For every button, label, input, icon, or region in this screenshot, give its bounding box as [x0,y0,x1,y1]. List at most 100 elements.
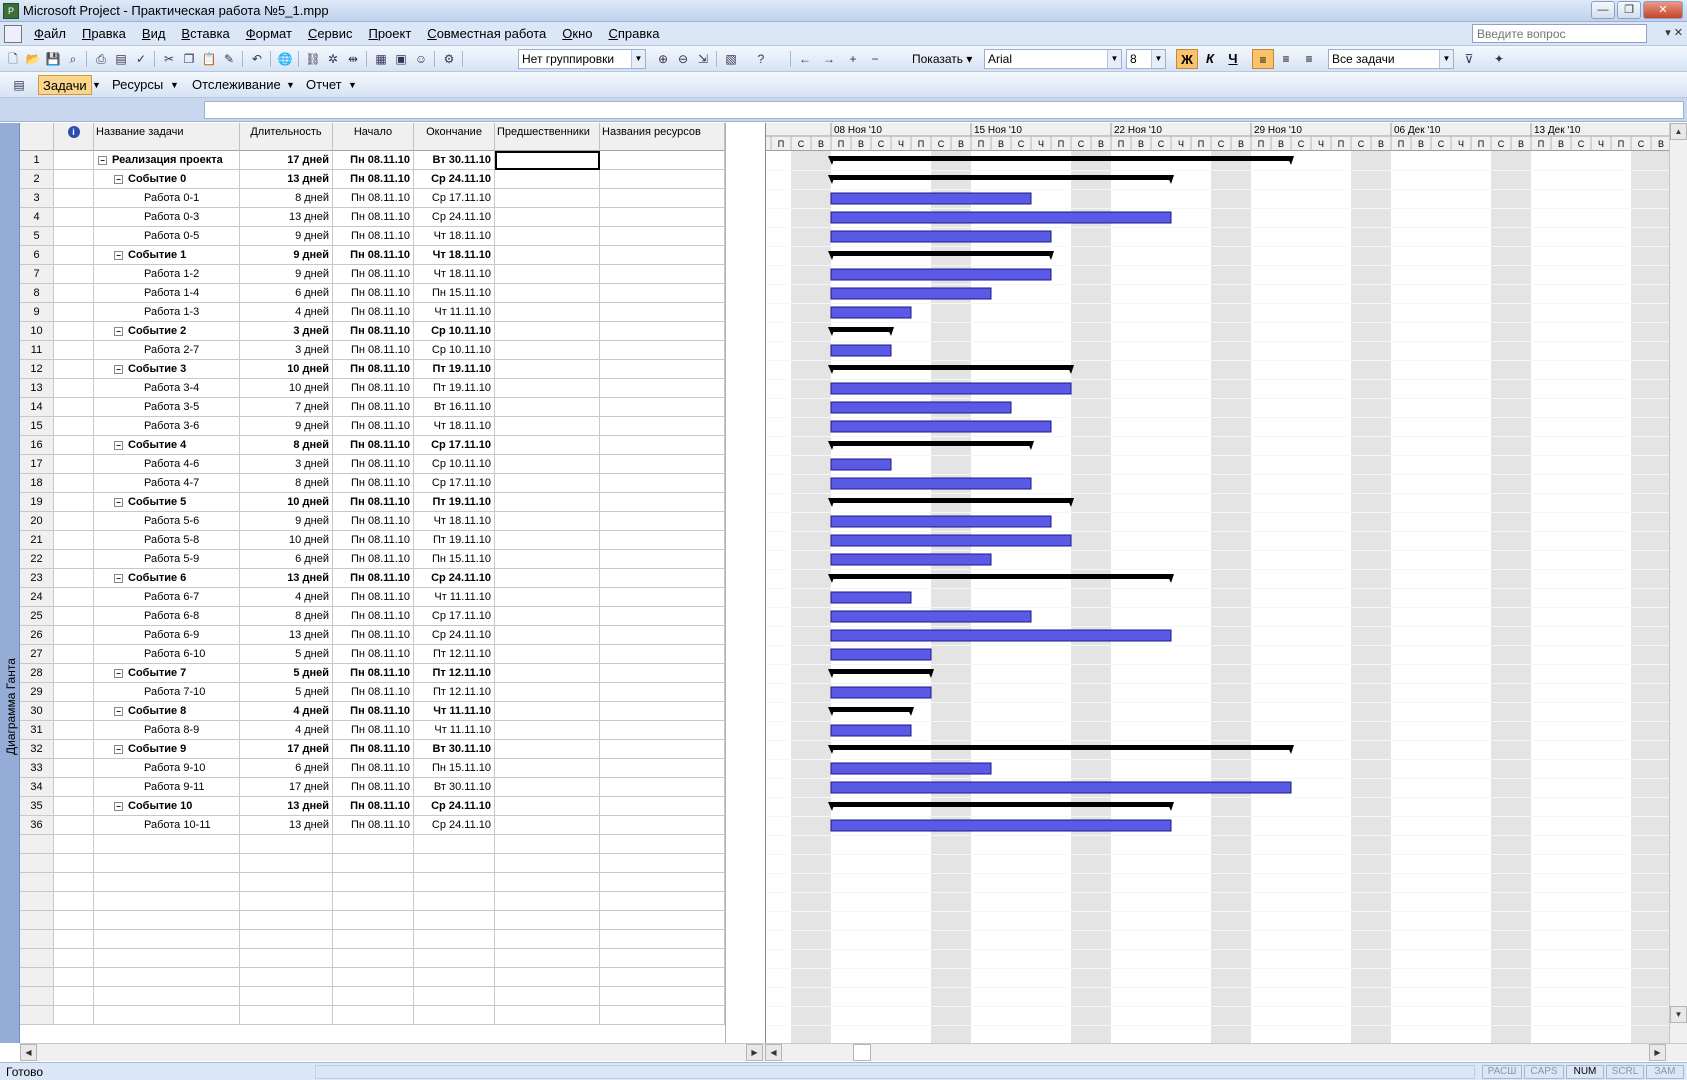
unlink-tasks-icon[interactable]: ✲ [324,50,342,68]
cell-start[interactable]: Пн 08.11.10 [333,588,414,607]
cell-start[interactable]: Пн 08.11.10 [333,265,414,284]
cell-info[interactable] [54,759,94,778]
cell-dur[interactable]: 10 дней [240,493,333,512]
cell-info[interactable] [54,816,94,835]
cell-dur[interactable]: 3 дней [240,455,333,474]
cell-id[interactable]: 36 [20,816,54,835]
cell-finish[interactable] [414,949,495,968]
cell-name[interactable]: − Событие 4 [94,436,240,455]
table-row[interactable]: 27 Работа 6-10 5 дней Пн 08.11.10 Пт 12.11.1… [20,645,725,664]
table-row[interactable]: 10− Событие 23 дней Пн 08.11.10 Ср 10.11.10 [20,322,725,341]
cell-res[interactable] [600,436,725,455]
cell-pred[interactable] [495,265,600,284]
cell-finish[interactable]: Ср 24.11.10 [414,208,495,227]
table-row[interactable]: 14 Работа 3-5 7 дней Пн 08.11.10 Вт 16.11.10 [20,398,725,417]
report-button[interactable]: Отчет [306,75,342,95]
table-row[interactable] [20,854,725,873]
table-row[interactable]: 34 Работа 9-11 17 дней Пн 08.11.10 Вт 30.11.… [20,778,725,797]
header-task-name[interactable]: Название задачи [94,123,240,151]
cell-finish[interactable]: Чт 18.11.10 [414,227,495,246]
view-bar[interactable]: Диаграмма Ганта [0,123,20,1043]
cell-name[interactable]: − Событие 0 [94,170,240,189]
cell-id[interactable]: 20 [20,512,54,531]
tasks-button[interactable]: Задачи [38,75,92,95]
cell-info[interactable] [54,911,94,930]
cell-pred[interactable] [495,170,600,189]
cell-pred[interactable] [495,702,600,721]
cell-info[interactable] [54,835,94,854]
cell-name[interactable]: Работа 0-3 [94,208,240,227]
cell-res[interactable] [600,360,725,379]
search-file-icon[interactable]: ⌕ [64,50,82,68]
cell-id[interactable] [20,968,54,987]
cell-res[interactable] [600,398,725,417]
cell-start[interactable]: Пн 08.11.10 [333,474,414,493]
cell-start[interactable]: Пн 08.11.10 [333,512,414,531]
header-start[interactable]: Начало [333,123,414,151]
cell-info[interactable] [54,170,94,189]
table-row[interactable] [20,873,725,892]
scroll-left-icon[interactable]: ◀ [20,1044,37,1061]
cell-res[interactable] [600,911,725,930]
hyperlink-icon[interactable]: 🌐 [276,50,294,68]
cell-start[interactable]: Пн 08.11.10 [333,341,414,360]
cell-start[interactable]: Пн 08.11.10 [333,721,414,740]
cell-res[interactable] [600,550,725,569]
cell-info[interactable] [54,265,94,284]
cell-id[interactable]: 3 [20,189,54,208]
table-row[interactable]: 2− Событие 0 13 дней Пн 08.11.10 Ср 24.11.10 [20,170,725,189]
table-hscrollbar[interactable]: ◀ ▶ [20,1043,765,1061]
cell-start[interactable]: Пн 08.11.10 [333,227,414,246]
collapse-icon[interactable]: − [114,326,123,336]
chevron-down-icon[interactable]: ▼ [170,75,179,95]
cell-start[interactable] [333,854,414,873]
arrow-left-icon[interactable]: ← [796,50,814,68]
cell-dur[interactable]: 13 дней [240,569,333,588]
cell-start[interactable]: Пн 08.11.10 [333,645,414,664]
cell-info[interactable] [54,341,94,360]
cell-dur[interactable]: 9 дней [240,512,333,531]
cell-dur[interactable] [240,949,333,968]
cell-start[interactable]: Пн 08.11.10 [333,379,414,398]
gantt-wizard-icon[interactable]: ✦ [1490,50,1508,68]
cell-res[interactable] [600,1006,725,1025]
cell-info[interactable] [54,493,94,512]
cell-name[interactable]: Работа 1-4 [94,284,240,303]
cell-dur[interactable] [240,854,333,873]
cell-start[interactable]: Пн 08.11.10 [333,626,414,645]
cell-finish[interactable]: Ср 24.11.10 [414,797,495,816]
cell-dur[interactable] [240,911,333,930]
cell-id[interactable]: 6 [20,246,54,265]
cell-info[interactable] [54,151,94,170]
cell-finish[interactable]: Пт 12.11.10 [414,683,495,702]
guide-toggle-icon[interactable]: ▤ [10,76,28,94]
cell-name[interactable]: − Событие 10 [94,797,240,816]
table-row[interactable]: 31 Работа 8-9 4 дней Пн 08.11.10 Чт 11.11.10 [20,721,725,740]
table-row[interactable]: 21 Работа 5-8 10 дней Пн 08.11.10 Пт 19.11.1… [20,531,725,550]
cell-start[interactable]: Пн 08.11.10 [333,436,414,455]
collapse-icon[interactable]: − [114,440,123,450]
cell-name[interactable]: − Реализация проекта [94,151,240,170]
table-row[interactable]: 15 Работа 3-6 9 дней Пн 08.11.10 Чт 18.11.10 [20,417,725,436]
cell-res[interactable] [600,835,725,854]
cell-info[interactable] [54,208,94,227]
table-row[interactable] [20,930,725,949]
cell-id[interactable]: 23 [20,569,54,588]
cell-finish[interactable]: Ср 24.11.10 [414,626,495,645]
cell-pred[interactable] [495,550,600,569]
chevron-down-icon[interactable]: ▼ [286,75,295,95]
table-row[interactable]: 23− Событие 6 13 дней Пн 08.11.10 Ср 24.11.1… [20,569,725,588]
cell-dur[interactable]: 5 дней [240,645,333,664]
cell-id[interactable]: 1 [20,151,54,170]
cell-name[interactable] [94,854,240,873]
go-to-task-icon[interactable]: ⇲ [694,50,712,68]
collapse-icon[interactable]: − [114,364,123,374]
cell-pred[interactable] [495,892,600,911]
menu-window[interactable]: Окно [554,26,600,41]
cell-pred[interactable] [495,664,600,683]
cell-res[interactable] [600,151,725,170]
cell-info[interactable] [54,607,94,626]
cell-start[interactable]: Пн 08.11.10 [333,759,414,778]
cell-name[interactable] [94,1006,240,1025]
cell-dur[interactable]: 4 дней [240,588,333,607]
